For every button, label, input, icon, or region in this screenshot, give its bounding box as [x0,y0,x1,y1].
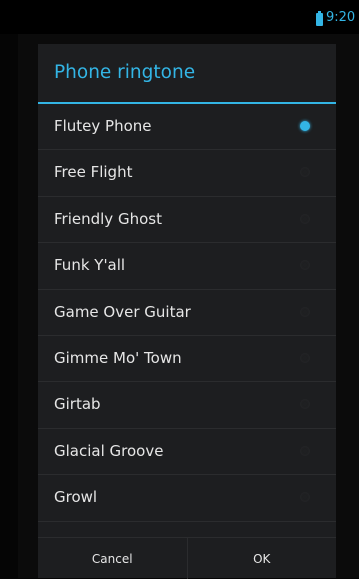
ringtone-item-gimme-mo-town[interactable]: Gimme Mo' Town [38,336,336,383]
radio-button-icon[interactable] [300,352,310,363]
ringtone-item-label: Funk Y'all [54,256,126,275]
ringtone-item-label: Friendly Ghost [54,209,162,228]
ringtone-item-funk-yall[interactable]: Funk Y'all [38,243,336,290]
radio-button-icon[interactable] [300,445,310,456]
ringtone-dialog: Phone ringtone Flutey Phone Free Flight … [38,44,336,579]
ringtone-item-label: Glacial Groove [54,441,164,460]
ringtone-item-label: Girtab [54,395,101,414]
radio-button-icon[interactable] [300,306,310,317]
dialog-title: Phone ringtone [54,62,196,83]
ringtone-list: Flutey Phone Free Flight Friendly Ghost … [38,104,336,522]
battery-icon [316,11,323,26]
ringtone-item-label: Free Flight [54,163,133,182]
radio-button-selected-icon[interactable] [300,121,310,131]
ok-button[interactable]: OK [186,538,337,579]
status-bar: 9:20 [0,0,359,34]
ringtone-item-label: Growl [54,488,98,507]
radio-button-icon[interactable] [300,167,310,178]
ringtone-item-growl[interactable]: Growl [38,475,336,522]
ringtone-item-girtab[interactable]: Girtab [38,382,336,429]
ringtone-item-flutey-phone[interactable]: Flutey Phone [38,104,336,151]
ringtone-item-label: Game Over Guitar [54,302,191,321]
radio-button-icon[interactable] [300,213,310,224]
ringtone-item-label: Gimme Mo' Town [54,348,182,367]
ringtone-item-free-flight[interactable]: Free Flight [38,150,336,197]
status-time: 9:20 [326,10,356,25]
cancel-button[interactable]: Cancel [38,538,187,579]
ringtone-item-game-over-guitar[interactable]: Game Over Guitar [38,290,336,336]
radio-button-icon[interactable] [300,492,310,503]
radio-button-icon[interactable] [300,399,310,410]
ringtone-item-glacial-groove[interactable]: Glacial Groove [38,429,336,476]
radio-button-icon[interactable] [300,260,310,271]
ringtone-item-label: Flutey Phone [54,117,152,135]
ringtone-item-friendly-ghost[interactable]: Friendly Ghost [38,197,336,244]
dialog-button-bar: Cancel OK [38,537,336,579]
